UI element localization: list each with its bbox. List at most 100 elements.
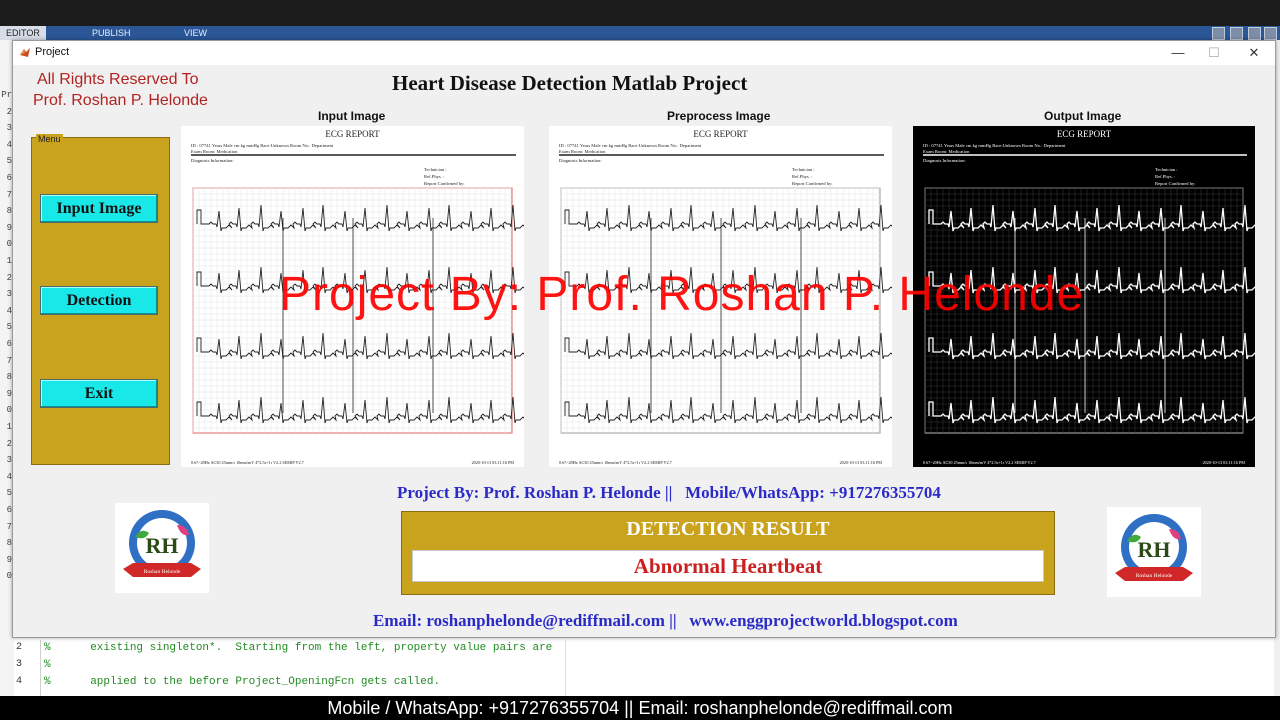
ecg-confirmed-text: Report Confirmed by:	[792, 181, 833, 186]
undo-icon[interactable]	[1248, 27, 1261, 40]
gutter-line-number: 4	[6, 139, 12, 150]
preprocess-image-title: Preprocess Image	[667, 109, 771, 123]
code-comment-line: % applied to the before Project_OpeningF…	[44, 676, 441, 688]
tab-editor[interactable]: EDITOR	[0, 26, 46, 40]
menu-label: Menu	[36, 134, 63, 144]
gutter-line-number: 2	[6, 272, 12, 283]
gutter-line-number: 1	[6, 422, 12, 432]
gutter-line-number: 7	[6, 355, 12, 366]
gutter-line-number: 8	[6, 206, 12, 217]
maximize-button[interactable]: ☐	[1199, 43, 1229, 63]
tab-publish[interactable]: PUBLISH	[86, 26, 137, 40]
code-line-number: 3	[16, 659, 23, 670]
code-comment-line: %	[44, 659, 51, 671]
logo-letters: RH	[146, 533, 179, 558]
gutter-line-number: 3	[6, 123, 12, 134]
ecg-sub-text: Exam Room: Medication	[559, 149, 606, 154]
gutter-line-number: 6	[6, 505, 12, 515]
logo-ribbon-text: Roshan Helonde	[144, 569, 181, 575]
code-divider	[40, 640, 41, 696]
window-title: Project	[35, 46, 70, 58]
gutter-line-number: 9	[6, 388, 12, 399]
page-title: Heart Disease Detection Matlab Project	[392, 71, 748, 95]
bottom-banner-text: Mobile / WhatsApp: +917276355704 || Emai…	[327, 698, 953, 718]
gutter-line-number: 8	[6, 538, 12, 549]
desktop-top-bar	[0, 0, 1280, 28]
ecg-header-text: ID : 07741 Years Male cm kg mmHg Race:Un…	[923, 143, 1066, 148]
rights-line-2: Prof. Roshan P. Helonde	[33, 92, 208, 109]
ecg-technician-text: Technician :	[424, 167, 447, 172]
gutter-line-number: 4	[6, 305, 12, 316]
detection-result-title: DETECTION RESULT	[626, 518, 830, 540]
code-area[interactable]: 2 % existing singleton*. Starting from t…	[14, 636, 1274, 696]
gutter-line-number: 9	[6, 222, 12, 233]
gutter-line-number: Pr	[1, 90, 12, 100]
figure-content: All Rights Reserved To Prof. Roshan P. H…	[13, 65, 1275, 637]
ecg-footer-left: 0.67~20Hz AC50 25mm/s 10mm/mV 4*2.5s+1r …	[559, 460, 672, 465]
save-icon[interactable]	[1212, 27, 1225, 40]
ecg-refphys-text: Ref.Phys. :	[1155, 174, 1175, 179]
gutter-line-number: 9	[6, 554, 12, 565]
gutter-line-number: 4	[6, 471, 12, 482]
gutter-line-number: 5	[6, 156, 12, 167]
logo-ribbon-text: Roshan Helonde	[1136, 573, 1173, 579]
gutter-line-number: 7	[6, 521, 12, 532]
gutter-line-number: 0	[6, 571, 12, 582]
ecg-refphys-text: Ref.Phys. :	[424, 174, 444, 179]
detection-button[interactable]: Detection	[40, 286, 158, 315]
code-comment-line: % existing singleton*. Starting from the…	[44, 642, 553, 654]
ecg-technician-text: Technician :	[792, 167, 815, 172]
ecg-footer-left: 0.67~20Hz AC50 25mm/s 10mm/mV 4*2.5s+1r …	[923, 460, 1036, 465]
copy-icon[interactable]	[1230, 27, 1243, 40]
ecg-refphys-text: Ref.Phys. :	[792, 174, 812, 179]
gutter-line-number: 0	[6, 405, 12, 416]
exit-button[interactable]: Exit	[40, 379, 158, 408]
right-logo: RH Roshan Helonde	[1107, 507, 1201, 597]
gutter-line-number: 1	[6, 256, 12, 266]
watermark-text: Project By: Prof. Roshan P. Helonde	[279, 268, 1085, 321]
ecg-footer-right: 2020-10-13 03:11:16 PM	[472, 460, 515, 465]
ecg-report-title: ECG REPORT	[325, 129, 380, 139]
matlab-icon	[20, 48, 30, 57]
ecg-technician-text: Technician :	[1155, 167, 1178, 172]
ecg-footer-right: 2020-10-13 03:11:16 PM	[1203, 460, 1246, 465]
gutter-line-number: 5	[6, 488, 12, 499]
help-icon[interactable]	[1264, 27, 1277, 40]
gutter-line-number: 2	[6, 106, 12, 117]
logo-letters: RH	[1138, 537, 1171, 562]
ecg-confirmed-text: Report Confirmed by:	[1155, 181, 1196, 186]
gutter-line-number: 3	[6, 455, 12, 466]
ecg-sub-text: Exam Room: Medication	[191, 149, 238, 154]
input-image-button[interactable]: Input Image	[40, 194, 158, 223]
close-button[interactable]: ✕	[1239, 43, 1269, 63]
output-image-title: Output Image	[1044, 109, 1122, 123]
project-contact-line: Project By: Prof. Roshan P. Helonde || M…	[397, 483, 941, 502]
left-logo: RH Roshan Helonde	[115, 503, 209, 593]
gutter-line-number: 6	[6, 339, 12, 349]
gutter-line-number: 6	[6, 173, 12, 183]
bottom-banner: Mobile / WhatsApp: +917276355704 || Emai…	[0, 696, 1280, 720]
window-titlebar[interactable]: Project — ☐ ✕	[13, 41, 1275, 65]
gutter-line-number: 7	[6, 189, 12, 200]
gutter-line-number: 5	[6, 322, 12, 333]
gutter-line-number: 3	[6, 289, 12, 300]
ecg-footer-right: 2020-10-13 03:11:16 PM	[840, 460, 883, 465]
minimize-button[interactable]: —	[1163, 43, 1193, 63]
ecg-diagnosis-text: Diagnosis Information:	[923, 158, 966, 163]
ecg-confirmed-text: Report Confirmed by:	[424, 181, 465, 186]
gutter-line-number: 8	[6, 372, 12, 383]
figure-window: Project — ☐ ✕ All Rights Reserved To Pro…	[12, 40, 1276, 638]
input-image-title: Input Image	[318, 109, 386, 123]
code-line-number: 2	[16, 642, 23, 653]
code-line-number: 4	[16, 676, 23, 687]
detection-result-panel: DETECTION RESULT Abnormal Heartbeat	[401, 511, 1055, 595]
tab-view[interactable]: VIEW	[178, 26, 213, 40]
ecg-header-text: ID : 07741 Years Male cm kg mmHg Race:Un…	[559, 143, 702, 148]
ecg-diagnosis-text: Diagnosis Information:	[559, 158, 602, 163]
ecg-diagnosis-text: Diagnosis Information:	[191, 158, 234, 163]
editor-ribbon: EDITOR PUBLISH VIEW	[0, 26, 1280, 40]
ecg-header-text: ID : 07741 Years Male cm kg mmHg Race:Un…	[191, 143, 334, 148]
gutter-line-number: 2	[6, 438, 12, 449]
ecg-footer-left: 0.67~20Hz AC50 25mm/s 10mm/mV 4*2.5s+1r …	[191, 460, 304, 465]
email-website-line: Email: roshanphelonde@rediffmail.com || …	[373, 611, 958, 630]
